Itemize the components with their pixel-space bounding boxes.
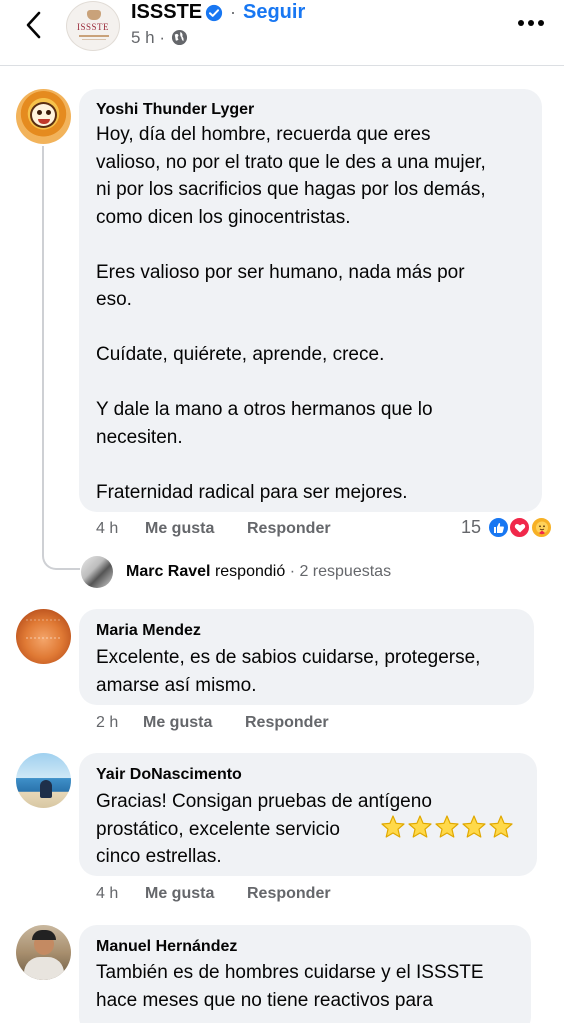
verified-badge-icon xyxy=(205,4,223,22)
love-reaction-icon xyxy=(508,516,531,539)
header-separator: · xyxy=(230,2,236,22)
reply-avatar[interactable] xyxy=(81,556,113,588)
star-emoji-icon xyxy=(381,815,405,838)
comment-time[interactable]: 4 h xyxy=(96,520,118,538)
comment-text: También es de hombres cuidarse y el ISSS… xyxy=(96,962,484,1011)
back-button[interactable] xyxy=(18,10,48,40)
reply-count: · 2 respuestas xyxy=(289,563,392,580)
like-button[interactable]: Me gusta xyxy=(145,885,214,903)
like-button[interactable]: Me gusta xyxy=(143,714,212,732)
reply-button[interactable]: Responder xyxy=(245,714,329,732)
comment-time[interactable]: 4 h xyxy=(96,885,118,903)
like-reaction-icon xyxy=(487,516,510,539)
comment-text: Hoy, día del hombre, recuerda que eres v… xyxy=(96,124,486,503)
star-emoji-icon xyxy=(489,815,513,838)
more-options-icon[interactable] xyxy=(516,13,546,33)
like-button[interactable]: Me gusta xyxy=(145,520,214,538)
comment-bubble: Yoshi Thunder Lyger Hoy, día del hombre,… xyxy=(79,89,542,512)
comment-author[interactable]: Yair DoNascimento xyxy=(96,766,242,784)
post-header: ISSSTE ISSSTE · Seguir 5 h · xyxy=(0,0,564,66)
comment-time[interactable]: 2 h xyxy=(96,714,118,732)
globe-icon xyxy=(171,29,188,46)
avatar[interactable] xyxy=(16,89,71,144)
comment-author[interactable]: Maria Mendez xyxy=(96,622,201,640)
reply-button[interactable]: Responder xyxy=(247,520,331,538)
reply-button[interactable]: Responder xyxy=(247,885,331,903)
thread-connector xyxy=(42,146,80,570)
avatar[interactable] xyxy=(16,753,71,808)
care-reaction-icon xyxy=(530,516,553,539)
avatar[interactable] xyxy=(16,609,71,664)
page-avatar-abbr: ISSSTE xyxy=(76,22,109,32)
avatar[interactable] xyxy=(16,925,71,980)
page-name[interactable]: ISSSTE xyxy=(131,1,202,24)
reply-verb: respondió xyxy=(214,563,286,580)
star-emoji-icon xyxy=(462,815,486,838)
comment-author[interactable]: Manuel Hernández xyxy=(96,938,237,956)
star-emoji-row xyxy=(380,814,514,840)
chevron-left-icon xyxy=(26,11,41,39)
star-emoji-icon xyxy=(408,815,432,838)
comment-bubble: Manuel Hernández También es de hombres c… xyxy=(79,925,531,1023)
comment-bubble: Maria Mendez Excelente, es de sabios cui… xyxy=(79,609,534,705)
star-emoji-icon xyxy=(435,815,459,838)
reply-author: Marc Ravel xyxy=(126,563,211,580)
page-emblem xyxy=(87,10,101,20)
page-avatar[interactable]: ISSSTE xyxy=(66,1,120,51)
view-replies-link[interactable]: Marc Ravel respondió · 2 respuestas xyxy=(126,563,391,581)
follow-button[interactable]: Seguir xyxy=(243,1,305,24)
reaction-count: 15 xyxy=(461,517,482,537)
post-time[interactable]: 5 h · xyxy=(131,28,165,48)
comment-author[interactable]: Yoshi Thunder Lyger xyxy=(96,101,254,119)
comment-text: Excelente, es de sabios cuidarse, proteg… xyxy=(96,647,481,696)
